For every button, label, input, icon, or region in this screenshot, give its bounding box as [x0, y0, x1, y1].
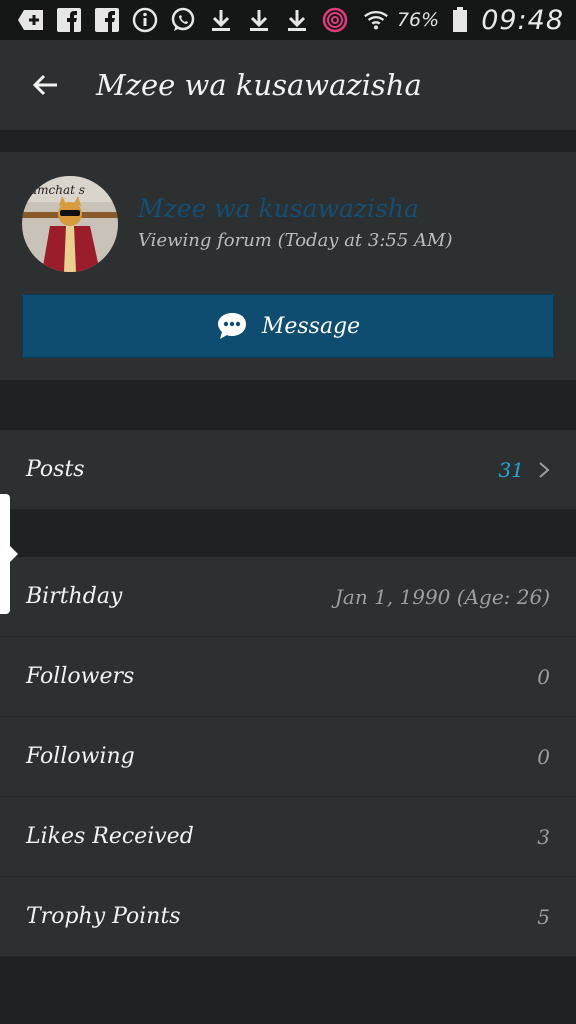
detail-label: Likes Received: [26, 824, 194, 849]
detail-row-trophy-points[interactable]: Trophy Points 5: [0, 877, 576, 957]
download-icon: [284, 7, 310, 33]
download-icon: [246, 7, 272, 33]
clock: 09:48: [481, 4, 564, 36]
whatsapp-icon: [170, 7, 196, 33]
back-button[interactable]: [0, 40, 90, 130]
detail-row-birthday: Birthday Jan 1, 1990 (Age: 26): [0, 557, 576, 637]
battery-percent: 76%: [396, 9, 440, 31]
info-icon: [132, 7, 158, 33]
status-bar: 76% 09:48: [0, 0, 576, 40]
app-bar: Mzee wa kusawazisha: [0, 40, 576, 130]
message-button-label: Message: [261, 313, 361, 339]
detail-row-followers[interactable]: Followers 0: [0, 637, 576, 717]
posts-label: Posts: [26, 457, 85, 482]
avatar-caption: amchat s: [30, 183, 85, 197]
profile-status: Viewing forum (Today at 3:55 AM): [138, 230, 453, 251]
download-icon: [208, 7, 234, 33]
chevron-right-icon: [539, 461, 550, 478]
facebook-icon: [56, 7, 82, 33]
side-drawer-handle[interactable]: [0, 494, 18, 614]
battery-icon: [447, 7, 473, 33]
facebook-icon: [94, 7, 120, 33]
detail-label: Followers: [26, 664, 135, 689]
profile-username[interactable]: Mzee wa kusawazisha: [138, 194, 419, 223]
page-title: Mzee wa kusawazisha: [96, 68, 422, 102]
detail-label: Birthday: [26, 584, 123, 609]
message-button[interactable]: Message: [22, 294, 554, 358]
detail-value: 3: [537, 824, 550, 849]
avatar[interactable]: amchat s: [22, 176, 118, 272]
chat-bubble-icon: [217, 313, 246, 339]
detail-label: Following: [26, 744, 135, 769]
profile-card: amchat s Mzee wa kusawazisha Viewing for…: [0, 152, 576, 380]
detail-value: 5: [537, 904, 550, 929]
detail-row-following[interactable]: Following 0: [0, 717, 576, 797]
detail-row-likes-received: Likes Received 3: [0, 797, 576, 877]
posts-count: 31: [498, 457, 524, 482]
detail-value: 0: [537, 664, 550, 689]
fingerprint-app-icon: [322, 7, 348, 33]
detail-value: 0: [537, 744, 550, 769]
posts-row[interactable]: Posts 31: [0, 430, 576, 510]
add-box-icon: [18, 7, 44, 33]
arrow-left-icon: [32, 74, 57, 96]
detail-value: Jan 1, 1990 (Age: 26): [334, 584, 550, 609]
wifi-icon: [363, 7, 389, 33]
detail-label: Trophy Points: [26, 904, 181, 929]
